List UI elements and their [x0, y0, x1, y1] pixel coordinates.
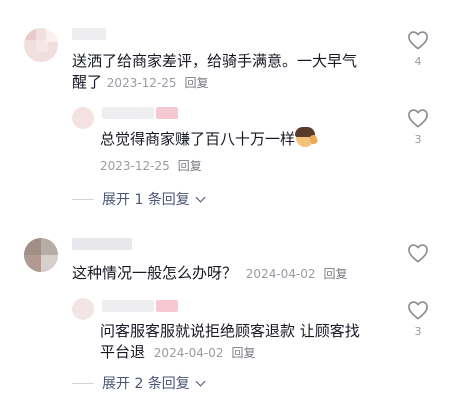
like-count: 3: [414, 325, 422, 338]
like-count: 4: [414, 55, 422, 68]
reply-date: 2024-04-02 回复: [153, 346, 256, 360]
reply-button[interactable]: 回复: [178, 159, 202, 173]
heart-outline-icon[interactable]: [407, 30, 429, 50]
chevron-down-icon: [195, 376, 206, 386]
person-shrugging-icon: [295, 127, 316, 147]
reply-meta: 2023-12-25 回复: [100, 159, 202, 173]
expand-replies-button[interactable]: 展开 2 条回复: [72, 373, 206, 393]
avatar-pixel: [24, 28, 36, 40]
reply-button[interactable]: 回复: [185, 76, 209, 90]
comment-date: 2024-04-02 回复: [245, 267, 348, 281]
comment-date: 2023-12-25 回复: [106, 76, 209, 90]
heart-outline-icon[interactable]: [407, 300, 429, 320]
avatar-pixel: [41, 238, 58, 255]
reply-text: 问客服客服就说拒绝顾客退款 让顾客找 平台退 2024-04-02 回复: [100, 322, 360, 361]
like-count: 3: [414, 133, 422, 146]
avatar-pixel: [41, 255, 58, 272]
chevron-down-icon: [195, 192, 206, 202]
heart-outline-icon[interactable]: [407, 243, 429, 263]
avatar[interactable]: [24, 238, 58, 272]
author-tag-blurred: [156, 107, 178, 119]
reply-avatar[interactable]: [72, 298, 94, 320]
divider-line: [72, 198, 94, 200]
comment-text: 送洒了给商家差评，给骑手满意。一大早气 醒了 2023-12-25 回复: [72, 52, 358, 91]
username-blurred[interactable]: [72, 238, 132, 250]
expand-replies-button[interactable]: 展开 1 条回复: [72, 189, 206, 209]
reply-button[interactable]: 回复: [324, 267, 348, 281]
reply-username-blurred[interactable]: [102, 300, 154, 312]
avatar-pixel: [24, 238, 41, 255]
expand-replies-label: 展开 2 条回复: [102, 376, 190, 392]
expand-replies-label: 展开 1 条回复: [102, 192, 190, 208]
author-tag-blurred: [156, 300, 178, 312]
username-blurred[interactable]: [72, 28, 106, 40]
divider-line: [72, 382, 94, 384]
comment-text: 这种情况一般怎么办呀？ 2024-04-02 回复: [72, 264, 348, 282]
heart-outline-icon[interactable]: [407, 108, 429, 128]
avatar[interactable]: [24, 28, 58, 62]
avatar-pixel: [24, 255, 41, 272]
reply-avatar[interactable]: [72, 107, 94, 129]
reply-text: 总觉得商家赚了百八十万一样: [100, 127, 380, 150]
reply-username-blurred[interactable]: [102, 107, 154, 119]
reply-button[interactable]: 回复: [232, 346, 256, 360]
avatar-pixel: [46, 28, 58, 42]
